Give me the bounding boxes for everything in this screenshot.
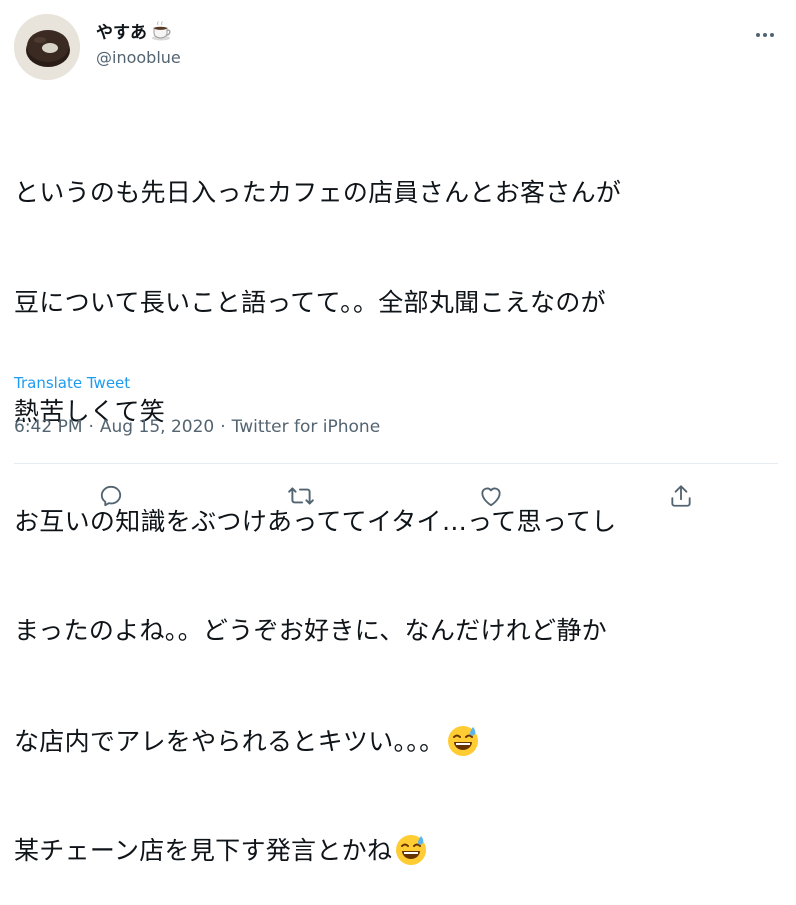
reply-button[interactable]	[93, 478, 129, 514]
user-name-row[interactable]: やすあ	[96, 18, 173, 43]
like-icon	[478, 483, 504, 509]
like-button[interactable]	[473, 478, 509, 514]
user-name[interactable]: やすあ	[96, 18, 147, 43]
action-bar	[0, 470, 796, 524]
tweet-line: まったのよね。。どうぞお好きに、なんだけれど静か	[14, 616, 607, 645]
tweet-time[interactable]: 6:42 PM	[14, 417, 83, 437]
more-icon[interactable]	[754, 24, 776, 46]
tweet-meta: 6:42 PM · Aug 15, 2020 · Twitter for iPh…	[14, 417, 380, 437]
tweet-line: 豆について長いこと語ってて。。全部丸聞こえなのが	[14, 287, 606, 317]
tweet-line: な店内でアレをやられるとキツい。。。	[14, 726, 445, 756]
grinning-face-with-sweat-emoji	[446, 723, 480, 757]
tweet-date[interactable]: Aug 15, 2020	[100, 417, 214, 437]
meta-separator: ·	[220, 417, 226, 437]
share-icon	[668, 483, 694, 509]
retweet-icon	[287, 483, 315, 509]
meta-separator: ·	[88, 417, 94, 437]
translate-tweet-link[interactable]: Translate Tweet	[14, 374, 130, 392]
share-button[interactable]	[663, 478, 699, 514]
tweet-source[interactable]: Twitter for iPhone	[232, 417, 381, 437]
tweet-line-with-emoji: な店内でアレをやられるとキツい。。。	[14, 723, 784, 760]
tweet-line-with-emoji: 某チェーン店を見下す発言とかね	[14, 832, 784, 869]
grinning-face-with-sweat-emoji	[394, 832, 428, 866]
donut-avatar-image	[14, 14, 80, 80]
reply-icon	[98, 483, 124, 509]
user-handle[interactable]: @inooblue	[96, 48, 181, 67]
avatar[interactable]	[14, 14, 80, 80]
tweet-line: というのも先日入ったカフェの店員さんとお客さんが	[14, 178, 622, 207]
retweet-button[interactable]	[283, 478, 319, 514]
divider	[14, 463, 778, 464]
tweet-line: 某チェーン店を見下す発言とかね	[14, 836, 393, 865]
coffee-cup-emoji	[151, 20, 173, 42]
